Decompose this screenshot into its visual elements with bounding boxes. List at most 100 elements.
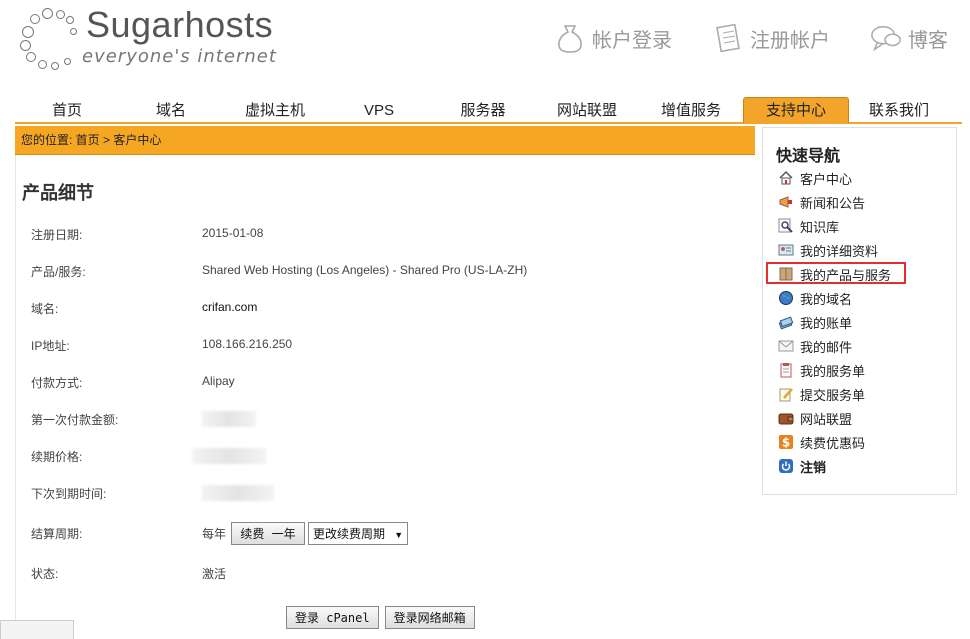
sidebar-item-label: 知识库 (800, 219, 840, 235)
register-account-link[interactable]: 注册帐户 (712, 22, 830, 54)
detail-label: 下次到期时间: (31, 487, 107, 501)
detail-value-redacted (192, 448, 266, 467)
nav-support-center[interactable]: 支持中心 (743, 97, 849, 123)
nav-domains[interactable]: 域名 (119, 100, 223, 122)
id-card-icon (778, 242, 794, 258)
detail-row-billing-cycle: 结算周期: 每年 续费 一年 更改续费周期 ▼ (16, 521, 746, 545)
home-icon (778, 170, 794, 186)
detail-value: Alipay (202, 374, 235, 388)
detail-value: crifan.com (202, 300, 258, 314)
sidebar-item-my-domains[interactable]: 我的域名 (778, 288, 852, 308)
detail-value-redacted (202, 485, 274, 504)
money-stack-icon (778, 314, 794, 330)
detail-value-redacted (202, 411, 256, 430)
quick-nav-sidebar: 快速导航 客户中心 新闻和公告 知识库 我的详细资料 我的产品与服务 我的域名 … (762, 127, 957, 495)
clipboard-icon (778, 362, 794, 378)
detail-label: 付款方式: (31, 376, 83, 390)
sidebar-item-label: 我的邮件 (800, 339, 853, 355)
sidebar-item-label: 新闻和公告 (800, 195, 866, 211)
sidebar-item-news[interactable]: 新闻和公告 (778, 192, 865, 212)
login-webmail-button[interactable]: 登录网络邮箱 (384, 606, 475, 629)
page-title: 产品细节 (22, 183, 94, 203)
detail-value: 激活 (202, 567, 227, 581)
login-cpanel-button[interactable]: 登录 cPanel (286, 606, 379, 629)
breadcrumb-text: 您的位置: 首页 > 客户中心 (21, 133, 162, 147)
sidebar-item-label: 网站联盟 (800, 411, 853, 427)
sidebar-item-label: 提交服务单 (800, 387, 866, 403)
detail-label: IP地址: (31, 339, 70, 353)
pencil-note-icon (778, 386, 794, 402)
blog-label: 博客 (908, 29, 948, 52)
sidebar-item-label: 我的域名 (800, 291, 853, 307)
detail-value: 108.166.216.250 (202, 337, 293, 351)
billing-cycle-value: 每年 (202, 527, 227, 541)
power-icon (778, 458, 794, 474)
top-links: 帐户登录 注册帐户 博客 (554, 22, 948, 54)
sidebar-item-my-invoices[interactable]: 我的账单 (778, 312, 852, 332)
billing-cycle-controls: 每年 续费 一年 更改续费周期 ▼ (202, 522, 409, 545)
logo-tagline: everyone's internet (82, 46, 277, 67)
breadcrumb: 您的位置: 首页 > 客户中心 (15, 126, 755, 155)
sidebar-item-label: 续费优惠码 (800, 435, 866, 451)
sidebar-item-label: 我的账单 (800, 315, 853, 331)
sidebar-item-my-emails[interactable]: 我的邮件 (778, 336, 852, 356)
sidebar-item-logout[interactable]: 注销 (778, 456, 826, 476)
detail-label: 产品/服务: (31, 265, 86, 279)
nav-servers[interactable]: 服务器 (431, 100, 535, 122)
sidebar-item-client-center[interactable]: 客户中心 (778, 168, 852, 188)
detail-label: 续期价格: (31, 450, 83, 464)
document-icon (712, 22, 744, 54)
sidebar-item-label: 我的服务单 (800, 363, 866, 379)
sidebar-item-my-products[interactable]: 我的产品与服务 (778, 264, 891, 284)
change-renewal-cycle-select[interactable]: 更改续费周期 ▼ (307, 522, 409, 545)
nav-vps[interactable]: VPS (327, 100, 431, 122)
detail-label: 状态: (31, 567, 59, 581)
money-bag-icon (554, 22, 586, 54)
sidebar-item-label: 我的详细资料 (800, 243, 879, 259)
detail-value: 2015-01-08 (202, 226, 264, 240)
sidebar-item-my-tickets[interactable]: 我的服务单 (778, 360, 865, 380)
nav-home[interactable]: 首页 (15, 100, 119, 122)
nav-affiliates[interactable]: 网站联盟 (535, 100, 639, 122)
chat-bubble-icon (870, 22, 902, 54)
sidebar-title: 快速导航 (776, 148, 841, 165)
sidebar-item-label: 我的产品与服务 (800, 267, 892, 283)
sidebar-item-label: 注销 (800, 459, 827, 475)
sidebar-item-renewal-coupon[interactable]: $ 续费优惠码 (778, 432, 865, 452)
product-details-panel: 产品细节 注册日期: 2015-01-08 产品/服务: Shared Web … (15, 155, 756, 638)
nav-virtual-hosting[interactable]: 虚拟主机 (223, 100, 327, 122)
megaphone-icon (778, 194, 794, 210)
sidebar-item-label: 客户中心 (800, 171, 853, 187)
bottom-tab (0, 620, 74, 639)
sidebar-item-my-details[interactable]: 我的详细资料 (778, 240, 878, 260)
sidebar-item-affiliates[interactable]: 网站联盟 (778, 408, 852, 428)
detail-label: 结算周期: (31, 527, 83, 541)
detail-label: 域名: (31, 302, 59, 316)
blog-link[interactable]: 博客 (870, 22, 948, 54)
svg-text:$: $ (782, 436, 790, 450)
nav-value-added[interactable]: 增值服务 (639, 100, 743, 122)
detail-label: 第一次付款金额: (31, 413, 119, 427)
magnifier-icon (778, 218, 794, 234)
main-nav: 首页 域名 虚拟主机 VPS 服务器 网站联盟 增值服务 支持中心 联系我们 (15, 97, 962, 124)
logo-name: Sugarhosts (86, 4, 274, 45)
globe-icon (778, 290, 794, 306)
detail-label: 注册日期: (31, 228, 83, 242)
detail-value: Shared Web Hosting (Los Angeles) - Share… (202, 263, 528, 277)
register-account-label: 注册帐户 (750, 29, 830, 52)
nav-contact-us[interactable]: 联系我们 (847, 100, 951, 122)
logo-dots-icon (18, 6, 84, 70)
box-icon (778, 266, 794, 282)
wallet-icon (778, 410, 794, 426)
change-renewal-cycle-label: 更改续费周期 (312, 527, 385, 541)
envelope-icon (778, 338, 794, 354)
account-login-link[interactable]: 帐户登录 (554, 22, 672, 54)
site-logo[interactable]: Sugarhosts everyone's internet (14, 4, 284, 74)
login-actions: 登录 cPanel 登录网络邮箱 (286, 606, 475, 629)
sidebar-item-submit-ticket[interactable]: 提交服务单 (778, 384, 865, 404)
dollar-icon: $ (778, 434, 794, 450)
dropdown-arrow-icon: ▼ (394, 530, 404, 540)
site-header: Sugarhosts everyone's internet 帐户登录 注册帐户… (0, 0, 970, 95)
sidebar-item-knowledgebase[interactable]: 知识库 (778, 216, 839, 236)
renew-one-year-button[interactable]: 续费 一年 (231, 522, 305, 545)
